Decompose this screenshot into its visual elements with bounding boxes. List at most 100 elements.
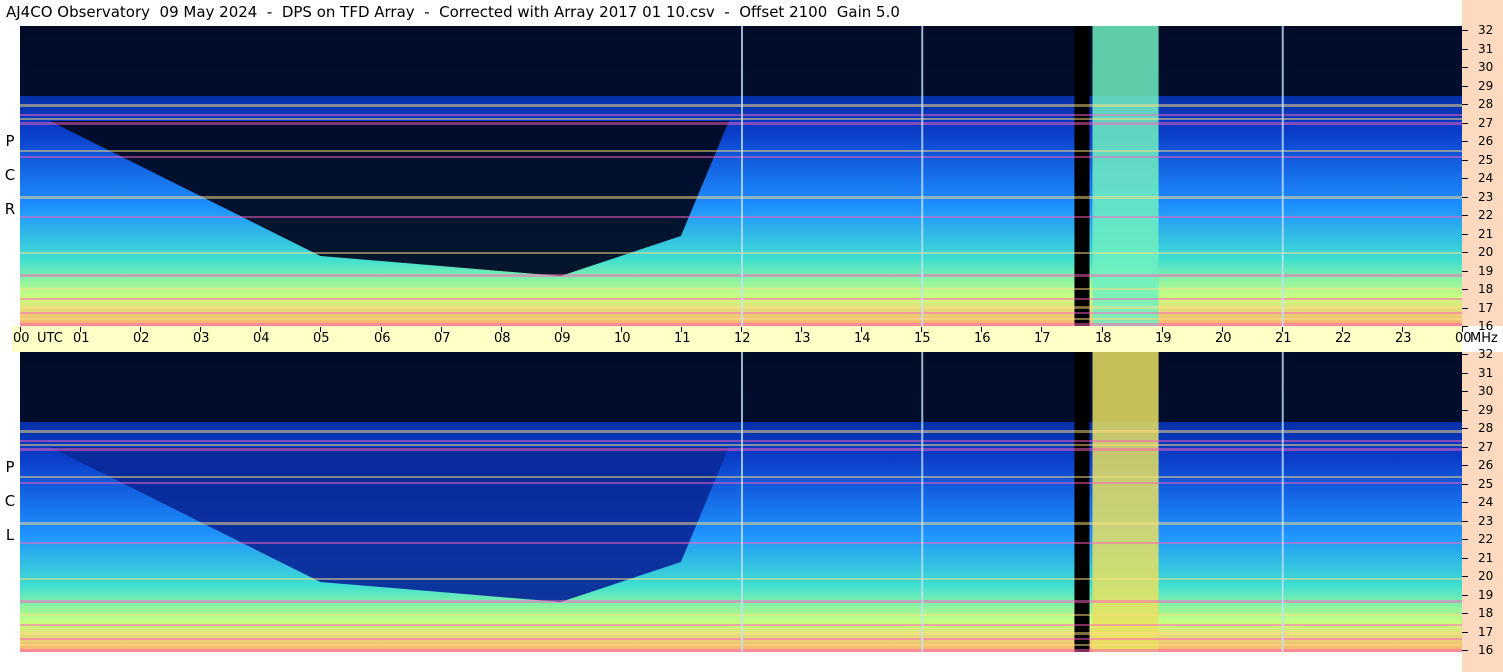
freq-bottom-tick-16 — [1462, 650, 1468, 651]
time-label-17: 17 — [1034, 331, 1051, 346]
freq-bottom-tick-32 — [1462, 354, 1468, 355]
freq-top-tick-17 — [1462, 308, 1468, 309]
marker-line-21 — [1281, 352, 1284, 652]
time-label-13: 13 — [794, 331, 811, 346]
freq-top-tick-30 — [1462, 67, 1468, 68]
freq-bottom-label-23: 23 — [1478, 514, 1494, 528]
time-label-18: 18 — [1095, 331, 1112, 346]
panel-top-image — [20, 26, 1462, 326]
freq-top-label-31: 31 — [1478, 42, 1494, 56]
time-label-10: 10 — [614, 331, 631, 346]
mhz-unit-label: MHz — [1470, 331, 1498, 346]
freq-bottom-label-21: 21 — [1478, 551, 1494, 565]
time-label-21: 21 — [1275, 331, 1292, 346]
time-label-7: 07 — [434, 331, 451, 346]
freq-bottom-tick-27 — [1462, 447, 1468, 448]
panel-1-label-letter-1: P — [5, 132, 15, 150]
solar-band — [1092, 352, 1159, 652]
freq-top-label-32: 32 — [1478, 23, 1494, 37]
spectrogram-rcp — [20, 26, 1462, 326]
freq-bottom-label-25: 25 — [1478, 477, 1494, 491]
time-label-12: 12 — [734, 331, 751, 346]
freq-bottom-label-16: 16 — [1478, 643, 1494, 657]
freq-top-tick-24 — [1462, 178, 1468, 179]
freq-top-tick-26 — [1462, 141, 1468, 142]
freq-bottom-tick-25 — [1462, 484, 1468, 485]
utc-label: UTC — [37, 331, 63, 346]
time-label-5: 05 — [313, 331, 330, 346]
solar-band — [1092, 26, 1159, 326]
freq-top-tick-20 — [1462, 252, 1468, 253]
freq-top-tick-23 — [1462, 197, 1468, 198]
freq-bottom-tick-24 — [1462, 502, 1468, 503]
freq-top-label-28: 28 — [1478, 97, 1494, 111]
freq-bottom-tick-30 — [1462, 391, 1468, 392]
freq-bottom-label-17: 17 — [1478, 625, 1494, 639]
freq-top-label-21: 21 — [1478, 227, 1494, 241]
freq-bottom-label-26: 26 — [1478, 458, 1494, 472]
freq-top-tick-19 — [1462, 271, 1468, 272]
marker-line-15 — [921, 26, 924, 326]
time-label-8: 08 — [494, 331, 511, 346]
time-label-3: 03 — [193, 331, 210, 346]
marker-line-15 — [921, 352, 924, 652]
freq-bottom-tick-20 — [1462, 576, 1468, 577]
time-label-20: 20 — [1215, 331, 1232, 346]
chart-title: AJ4CO Observatory 09 May 2024 - DPS on T… — [6, 3, 900, 21]
freq-top-label-22: 22 — [1478, 208, 1494, 222]
marker-line-12 — [741, 352, 743, 652]
time-label-2: 02 — [133, 331, 150, 346]
marker-line-21 — [1281, 26, 1284, 326]
freq-top-tick-22 — [1462, 215, 1468, 216]
freq-bottom-label-19: 19 — [1478, 588, 1494, 602]
frequency-axis-bottom — [1462, 352, 1503, 672]
freq-top-label-18: 18 — [1478, 282, 1494, 296]
freq-bottom-tick-19 — [1462, 595, 1468, 596]
time-label-23: 23 — [1395, 331, 1412, 346]
time-label-22: 22 — [1335, 331, 1352, 346]
time-label-15: 15 — [914, 331, 931, 346]
dark-gap — [1074, 26, 1090, 326]
freq-bottom-tick-18 — [1462, 613, 1468, 614]
freq-bottom-label-18: 18 — [1478, 606, 1494, 620]
time-label-4: 04 — [253, 331, 270, 346]
freq-bottom-label-24: 24 — [1478, 495, 1494, 509]
freq-bottom-label-28: 28 — [1478, 421, 1494, 435]
panel-1-label-letter-2: C — [4, 166, 16, 184]
freq-bottom-tick-23 — [1462, 521, 1468, 522]
panel-bot-image — [20, 352, 1462, 652]
freq-top-tick-25 — [1462, 160, 1468, 161]
freq-top-tick-32 — [1462, 30, 1468, 31]
freq-top-tick-27 — [1462, 123, 1468, 124]
freq-top-tick-31 — [1462, 49, 1468, 50]
freq-bottom-label-32: 32 — [1478, 347, 1494, 361]
freq-top-label-27: 27 — [1478, 116, 1494, 130]
panel-2-label-letter-1: P — [5, 458, 15, 476]
panel-1-label-letter-3: R — [4, 200, 16, 218]
freq-top-tick-18 — [1462, 289, 1468, 290]
time-label-6: 06 — [374, 331, 391, 346]
freq-top-tick-28 — [1462, 104, 1468, 105]
freq-top-label-24: 24 — [1478, 171, 1494, 185]
freq-bottom-label-29: 29 — [1478, 403, 1494, 417]
freq-bottom-tick-31 — [1462, 373, 1468, 374]
time-label-14: 14 — [854, 331, 871, 346]
freq-bottom-tick-17 — [1462, 632, 1468, 633]
dark-gap — [1074, 352, 1090, 652]
time-label-11: 11 — [674, 331, 691, 346]
time-label-9: 09 — [554, 331, 571, 346]
freq-top-label-19: 19 — [1478, 264, 1494, 278]
freq-bottom-tick-21 — [1462, 558, 1468, 559]
freq-top-label-26: 26 — [1478, 134, 1494, 148]
freq-top-tick-21 — [1462, 234, 1468, 235]
freq-bottom-tick-29 — [1462, 410, 1468, 411]
freq-bottom-tick-26 — [1462, 465, 1468, 466]
time-label-0: 00 — [13, 331, 30, 346]
time-label-1: 01 — [73, 331, 90, 346]
freq-bottom-label-20: 20 — [1478, 569, 1494, 583]
panel-2-label-letter-2: C — [4, 492, 16, 510]
freq-bottom-tick-22 — [1462, 539, 1468, 540]
freq-top-label-25: 25 — [1478, 153, 1494, 167]
panel-2-label-letter-3: L — [5, 526, 15, 544]
freq-bottom-label-30: 30 — [1478, 384, 1494, 398]
